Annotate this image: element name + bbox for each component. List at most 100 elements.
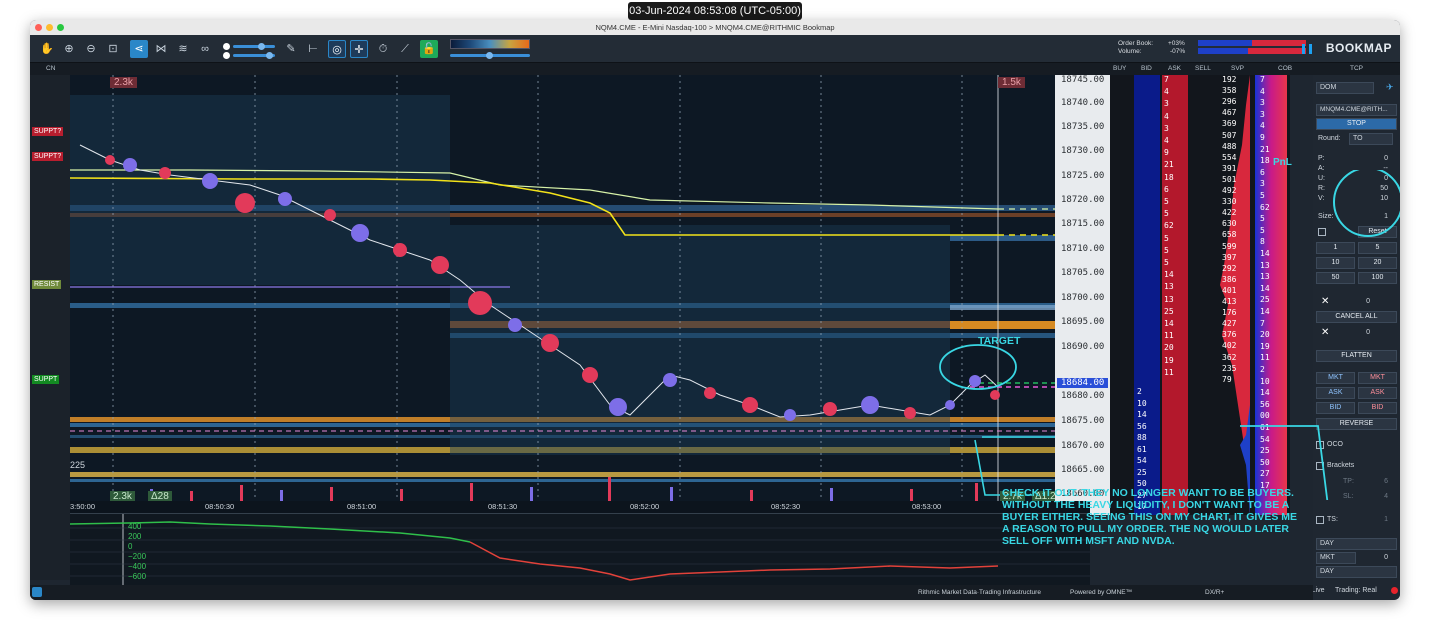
tif-select[interactable]: DAY [1316,538,1397,550]
bookmap-brand: BOOKMAP [1325,41,1392,55]
network-icon[interactable]: ⋈ [152,40,170,58]
link-icon[interactable]: ∞ [196,40,214,58]
contrast-slider[interactable] [233,45,275,48]
time-tick: 08:51:00 [347,502,377,511]
support-label: SUPPT [32,375,60,384]
level-label-strip: SUPPT? SUPPT? RESIST SUPPT [30,75,70,580]
pencil-icon[interactable]: ✎ [282,40,300,58]
price-tick: 18745.00 [1061,75,1105,85]
screenshot-icon[interactable]: ◎ [328,40,346,58]
minimize-window-button[interactable] [46,24,53,31]
close-window-button[interactable] [35,24,42,31]
svp-value: 422 [1222,208,1237,218]
cvd-tick: 0 [128,542,133,551]
bid-size-value: 88 [1137,433,1147,442]
brightness-slider-knob[interactable] [266,52,273,59]
timer-icon[interactable]: ⏱ [374,40,392,58]
svp-value: 554 [1222,152,1237,162]
omne-credit: Powered by OMNE™ [1070,589,1133,596]
volume-top-right: 1.5k [998,77,1025,88]
order-type-select[interactable]: MKT [1316,552,1356,564]
support-label: SUPPT? [32,152,64,161]
price-tick: 18730.00 [1061,146,1105,156]
contrast-slider-knob[interactable] [258,43,265,50]
stop-button[interactable]: STOP [1316,118,1397,130]
zoom-in-icon[interactable]: ⊕ [60,40,78,58]
svp-value: 362 [1222,352,1237,362]
time-axis: 3:50:00 08:50:30 08:51:00 08:51:30 08:52… [70,501,1090,513]
cob-value: 4 [1260,86,1265,96]
ask-size-value: 14 [1164,319,1174,328]
svp-value: 507 [1222,130,1237,140]
cvd-chart-svg [69,514,1090,586]
price-tick: 18675.00 [1061,416,1105,426]
time-tick: 08:50:30 [205,502,235,511]
unlock-icon[interactable]: 🔓 [420,40,438,58]
tif-select-2[interactable]: DAY [1316,566,1397,578]
ask-size-value: 4 [1164,87,1169,97]
hand-tool-icon[interactable]: ✋ [38,40,56,58]
resist-label: RESIST [32,280,62,289]
cn-header: CN [46,65,56,72]
heatmap-chart[interactable]: 2.3k 1.5k 225 2.3k Δ28 2.7k Δ1.2k 2 [70,75,1090,515]
trend-icon[interactable]: ⟋ [396,40,414,58]
round-select[interactable]: TO [1349,133,1393,145]
zoom-out-icon[interactable]: ⊖ [82,40,100,58]
bid-size-value: 56 [1137,421,1147,431]
bid-size-value: 14 [1137,410,1147,419]
svp-value: 192 [1222,75,1237,84]
cvd-indicator-panel[interactable]: 400 200 0 −200 −400 −600 [69,513,1090,586]
current-price-marker: 18684.00 [1057,378,1109,388]
dom-select[interactable]: DOM [1316,82,1374,94]
ts-value[interactable]: 1 [1384,516,1388,523]
maximize-window-button[interactable] [57,24,64,31]
share-icon[interactable]: ⋖ [130,40,148,58]
cob-value: 4 [1260,121,1265,131]
svp-value: 397 [1222,252,1237,262]
p-value: 0 [1384,155,1388,162]
heatmap-slider-knob[interactable] [486,52,493,59]
ts-checkbox[interactable] [1316,516,1324,524]
timestamp-banner: 03-Jun-2024 08:53:08 (UTC-05:00) [628,2,802,20]
round-label: Round: [1318,135,1341,142]
account-select[interactable]: MNQM4.CME@RITH... [1316,104,1397,116]
sell-header: SELL [1195,65,1211,72]
bookmap-logo-icon [1302,44,1312,54]
heatmap-color-scale[interactable] [450,39,530,49]
cob-value: 7 [1260,75,1265,84]
buy-header: BUY [1113,65,1127,72]
price-tick: 18665.00 [1061,465,1105,475]
ask-size-value: 21 [1164,160,1174,170]
brightness-icon [223,52,230,59]
price-tick: 18670.00 [1061,441,1105,451]
ask-size-value: 13 [1164,294,1174,304]
order-type-value[interactable]: 0 [1384,554,1388,561]
ask-size-value: 11 [1164,367,1174,377]
layers-icon[interactable]: ≋ [174,40,192,58]
contrast-icon [223,43,230,50]
volume-top-left: 2.3k [110,77,137,88]
status-dot-icon [1391,587,1398,594]
price-tick: 18725.00 [1061,171,1105,181]
svp-value: 401 [1222,285,1237,295]
fit-screen-icon[interactable]: ⊡ [104,40,122,58]
pin-icon[interactable]: ✈ [1386,82,1394,93]
footer-bar: Rithmic Market Data·Trading Infrastructu… [30,585,1313,600]
cob-value: 3 [1260,98,1265,108]
ask-size-value: 13 [1164,282,1174,292]
time-tick: 08:52:00 [630,502,660,511]
price-tick: 18690.00 [1061,342,1105,352]
svp-value: 501 [1222,174,1237,184]
bid-size-value: 61 [1137,444,1147,454]
ruler-icon[interactable]: ⊢ [304,40,322,58]
window-title: NQM4.CME - E-Mini Nasdaq-100 > MNQM4.CME… [595,23,835,32]
ask-size-value: 5 [1164,197,1169,206]
crosshair-icon[interactable]: ✛ [350,40,368,58]
price-scale[interactable]: 18745.00 18740.00 18735.00 18730.00 1872… [1055,75,1110,515]
cvd-tick: 400 [128,522,142,531]
price-tick: 18735.00 [1061,122,1105,132]
ask-size-value: 3 [1164,99,1169,109]
ask-size-value: 25 [1164,306,1174,316]
order-book-label: Order Book: [1118,40,1154,47]
bookmap-footer-icon[interactable] [32,587,42,597]
